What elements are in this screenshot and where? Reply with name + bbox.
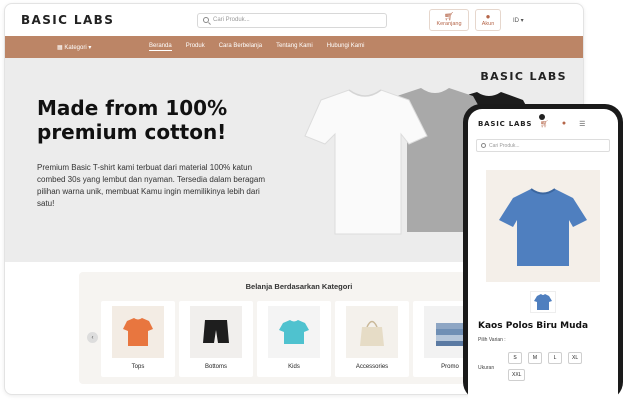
blue-tshirt-image xyxy=(499,188,587,266)
accessories-image xyxy=(346,306,398,358)
account-label: Akun xyxy=(481,21,495,27)
phone-side-button xyxy=(620,174,623,204)
hero-headline: Made from 100% premium cotton! xyxy=(37,96,228,144)
size-option-l[interactable]: L xyxy=(548,352,562,364)
product-thumbnail[interactable] xyxy=(530,291,556,313)
category-card-bottoms[interactable]: Bottoms xyxy=(179,301,253,377)
product-main-image xyxy=(486,170,600,282)
category-card-tops[interactable]: Tops xyxy=(101,301,175,377)
mobile-header-icons: 🛒︎ ● ☰ xyxy=(540,120,585,128)
user-icon: ● xyxy=(485,12,491,21)
size-option-xxl[interactable]: XXL xyxy=(508,369,526,381)
mobile-user-icon[interactable]: ● xyxy=(562,120,566,128)
category-dropdown[interactable]: ▦ Kategori ▾ xyxy=(57,44,149,51)
tops-image xyxy=(112,306,164,358)
category-name: Bottoms xyxy=(204,364,227,370)
phone-side-button xyxy=(620,216,623,246)
mobile-brand-logo[interactable]: BASIC LABS xyxy=(478,120,540,128)
category-list: Tops Bottoms Kids Accessories Promo xyxy=(101,301,487,377)
nav-link-produk[interactable]: Produk xyxy=(186,43,205,51)
category-name: Tops xyxy=(131,364,145,370)
category-section-title: Belanja Berdasarkan Kategori xyxy=(245,282,353,291)
nav-link-cara-berbelanja[interactable]: Cara Berbelanja xyxy=(219,43,262,51)
cart-label: Keranjang xyxy=(436,21,462,27)
hero-description: Premium Basic T-shirt kami terbuat dari … xyxy=(37,163,265,208)
search-input[interactable]: Cari Produk... xyxy=(197,12,387,28)
main-nav: ▦ Kategori ▾ Beranda Produk Cara Berbela… xyxy=(5,36,583,58)
nav-link-tentang-kami[interactable]: Tentang Kami xyxy=(276,43,313,51)
variant-label: Pilih Varian : xyxy=(478,337,506,343)
phone-mockup: BASIC LABS 🛒︎ ● ☰ Cari Produk... Kaos Po… xyxy=(463,104,623,400)
category-prev-button[interactable]: ‹ xyxy=(87,332,98,343)
mockup-stage: BASIC LABS Cari Produk... 🛒︎ Keranjang ●… xyxy=(0,0,628,402)
account-button[interactable]: ● Akun xyxy=(475,9,501,31)
phone-screen: BASIC LABS 🛒︎ ● ☰ Cari Produk... Kaos Po… xyxy=(468,109,618,400)
category-card-kids[interactable]: Kids xyxy=(257,301,331,377)
top-bar: BASIC LABS Cari Produk... 🛒︎ Keranjang ●… xyxy=(5,4,583,36)
header-actions: 🛒︎ Keranjang ● Akun ID ▾ xyxy=(429,9,524,31)
nav-link-beranda[interactable]: Beranda xyxy=(149,43,172,51)
category-card-accessories[interactable]: Accessories xyxy=(335,301,409,377)
size-option-m[interactable]: M xyxy=(528,352,542,364)
brand-logo[interactable]: BASIC LABS xyxy=(21,13,197,27)
category-name: Promo xyxy=(441,364,459,370)
category-section: Belanja Berdasarkan Kategori ‹ Tops Bott… xyxy=(79,272,519,384)
size-options: S M L XL XXL xyxy=(508,352,592,381)
hero-brand: BASIC LABS xyxy=(480,70,567,83)
cart-button[interactable]: 🛒︎ Keranjang xyxy=(429,9,469,31)
mobile-search-input[interactable]: Cari Produk... xyxy=(476,139,610,152)
nav-links: Beranda Produk Cara Berbelanja Tentang K… xyxy=(149,43,364,51)
language-selector[interactable]: ID ▾ xyxy=(513,17,524,24)
search-placeholder: Cari Produk... xyxy=(213,17,250,23)
category-name: Accessories xyxy=(355,364,389,370)
mobile-menu-icon[interactable]: ☰ xyxy=(579,120,585,128)
mobile-cart-icon[interactable]: 🛒︎ xyxy=(540,120,549,128)
size-option-xl[interactable]: XL xyxy=(568,352,583,364)
category-name: Kids xyxy=(288,364,300,370)
mobile-search-placeholder: Cari Produk... xyxy=(489,142,520,149)
bottoms-image xyxy=(190,306,242,358)
search-icon xyxy=(481,143,486,148)
size-label: Ukuran xyxy=(478,365,495,371)
search-icon xyxy=(203,17,209,23)
product-name: Kaos Polos Biru Muda xyxy=(478,321,589,331)
nav-link-hubungi-kami[interactable]: Hubungi Kami xyxy=(327,43,365,51)
phone-camera xyxy=(539,114,545,120)
kids-image xyxy=(268,306,320,358)
cart-icon: 🛒︎ xyxy=(443,12,455,21)
size-option-s[interactable]: S xyxy=(508,352,522,364)
